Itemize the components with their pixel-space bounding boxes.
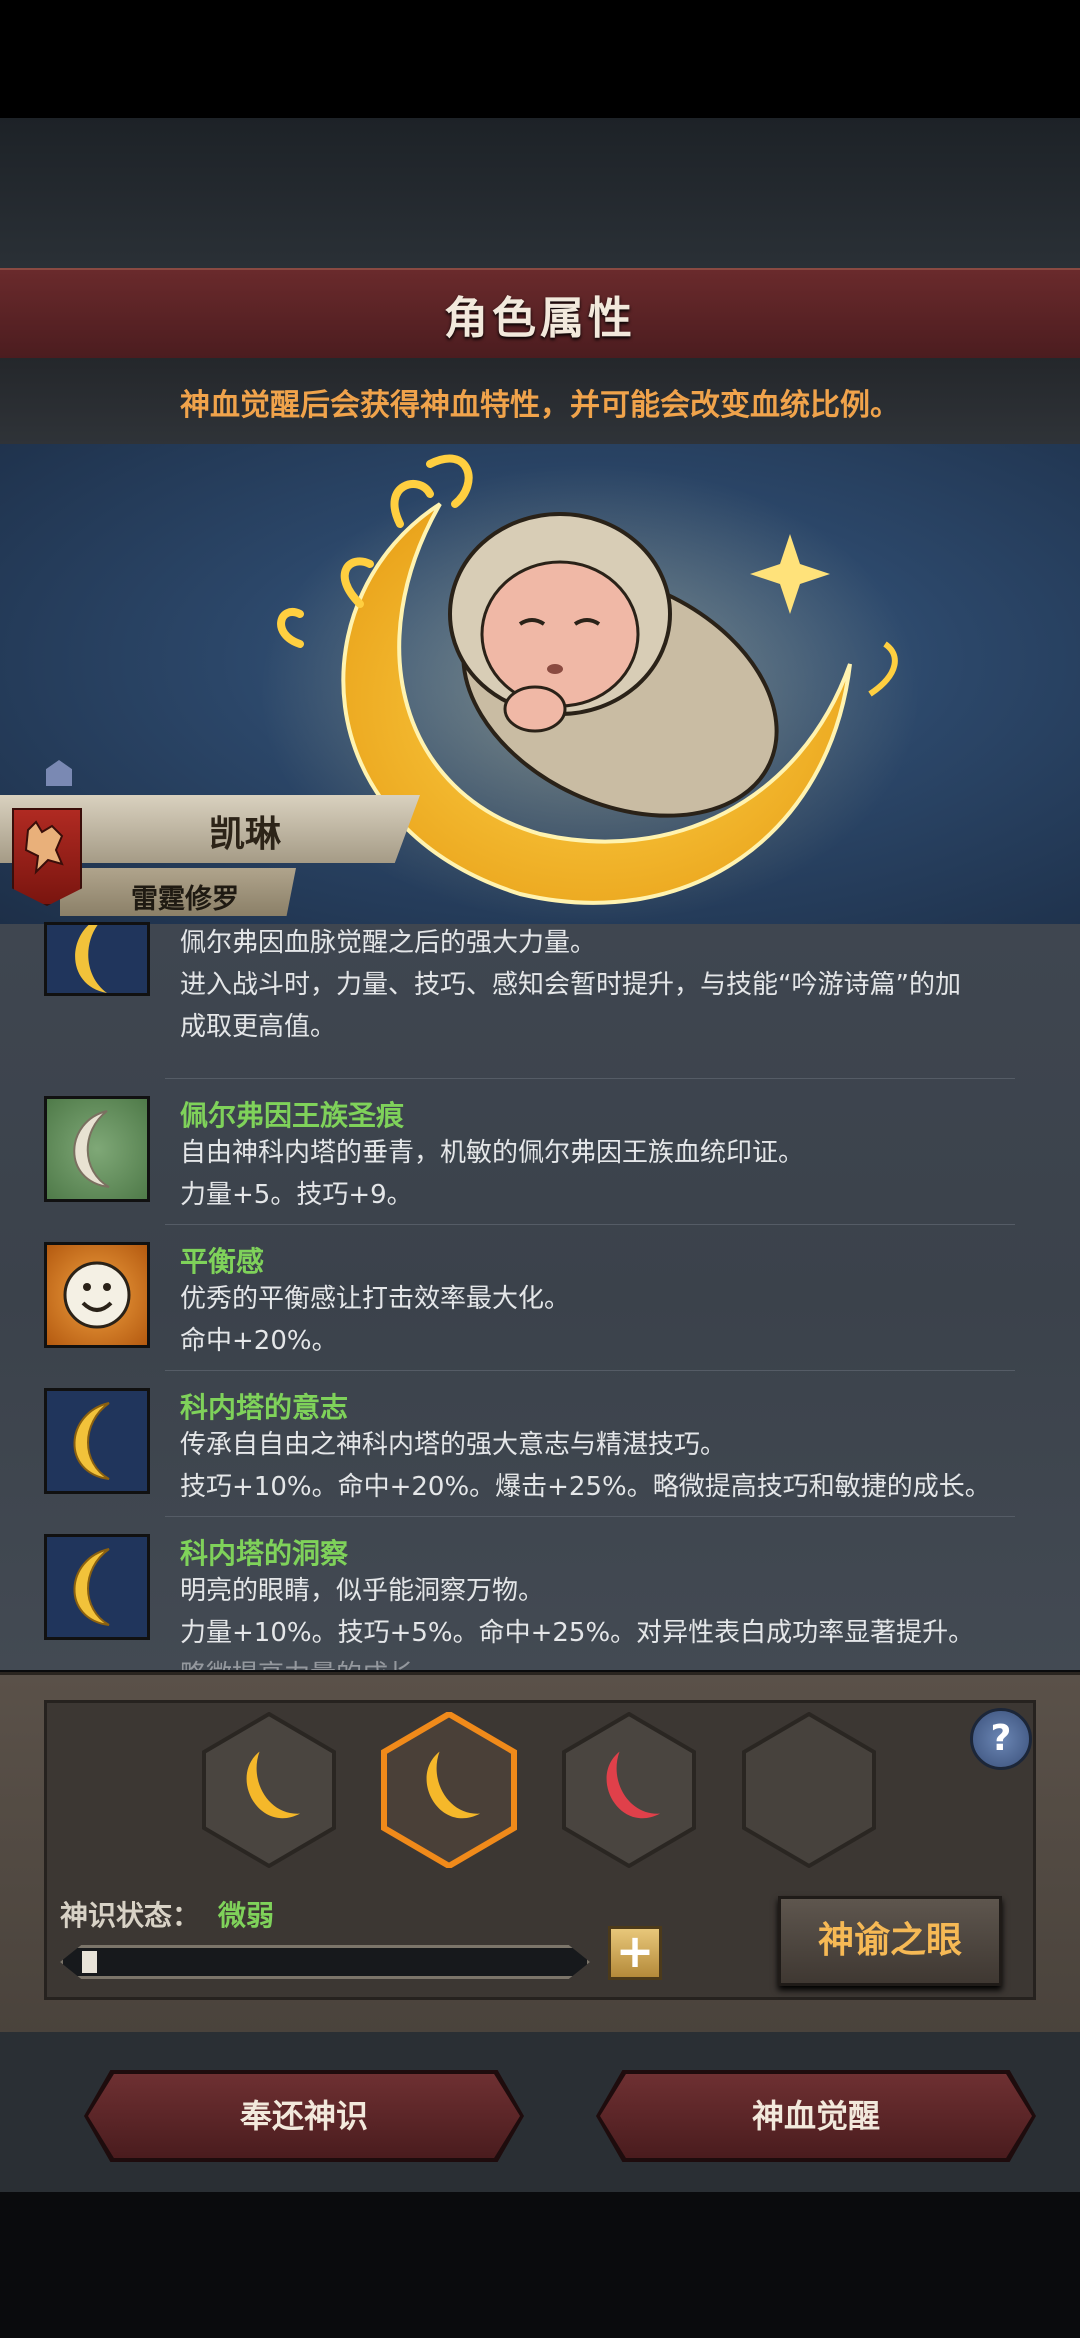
trait-description: 优秀的平衡感让打击效率最大化。 命中+20%。 [180,1284,571,1356]
crescent-moon-icon [44,1534,150,1640]
notice-text: 神血觉醒后会获得神血特性，并可能会改变血统比例。 [180,388,900,423]
trait-item: 佩尔弗因王族圣痕 自由神科内塔的垂青，机敏的佩尔弗因王族血统印证。 力量+5。技… [0,1096,1080,1242]
trait-name: 科内塔的洞察 [180,1537,349,1570]
return-divine-button[interactable]: 奉还神识 [88,2074,520,2158]
divine-progress-fill [82,1951,97,1973]
divine-slot-red-crescent[interactable] [560,1712,698,1868]
divine-slot-gold-crescent-selected[interactable] [380,1712,518,1868]
add-button[interactable]: + [608,1926,662,1980]
crescent-moon-icon [44,922,150,996]
wolf-crest-icon [24,820,64,875]
trait-item: 平衡感 优秀的平衡感让打击效率最大化。 命中+20%。 [0,1242,1080,1388]
bottom-backdrop [0,2192,1080,2338]
help-icon[interactable]: ? [970,1708,1032,1770]
blood-awaken-button[interactable]: 神血觉醒 [600,2074,1032,2158]
divine-progress-bar [60,1945,590,1979]
top-backdrop [0,118,1080,268]
status-bar-area [0,0,1080,118]
trait-name: 平衡感 [180,1245,265,1278]
divine-state-value: 微弱 [218,1899,275,1932]
trait-list[interactable]: 佩尔弗因血脉觉醒之后的强大力量。 进入战斗时，力量、技巧、感知会暂时提升，与技能… [0,922,1080,1670]
silver-crescent-icon [44,1096,150,1202]
trait-description: 传承自自由之神科内塔的强大意志与精湛技巧。 技巧+10%。命中+20%。爆击+2… [180,1430,991,1502]
smiley-face-icon [44,1242,150,1348]
divine-slot-empty[interactable] [740,1712,878,1868]
trait-name: 佩尔弗因王族圣痕 [180,1099,405,1132]
trait-description: 自由神科内塔的垂青，机敏的佩尔弗因王族血统印证。 力量+5。技巧+9。 [180,1138,805,1210]
trait-name: 科内塔的意志 [180,1391,349,1424]
character-name: 凯琳 [208,814,281,855]
trait-item: 科内塔的意志 传承自自由之神科内塔的强大意志与精湛技巧。 技巧+10%。命中+2… [0,1388,1080,1534]
page-title: 角色属性 [444,293,636,344]
trait-item: 科内塔的洞察 明亮的眼睛，似乎能洞察万物。 力量+10%。技巧+5%。命中+25… [0,1534,1080,1680]
trait-item: 佩尔弗因血脉觉醒之后的强大力量。 进入战斗时，力量、技巧、感知会暂时提升，与技能… [0,894,1080,1042]
trait-description: 佩尔弗因血脉觉醒之后的强大力量。 进入战斗时，力量、技巧、感知会暂时提升，与技能… [180,928,961,1042]
trait-description: 明亮的眼睛，似乎能洞察万物。 力量+10%。技巧+5%。命中+25%。对异性表白… [180,1576,975,1670]
divine-state-label: 神识状态： [60,1899,201,1932]
divine-slot-gold-crescent[interactable] [200,1712,338,1868]
crescent-moon-icon [44,1388,150,1494]
oracle-eye-button[interactable]: 神谕之眼 [778,1896,1002,1986]
